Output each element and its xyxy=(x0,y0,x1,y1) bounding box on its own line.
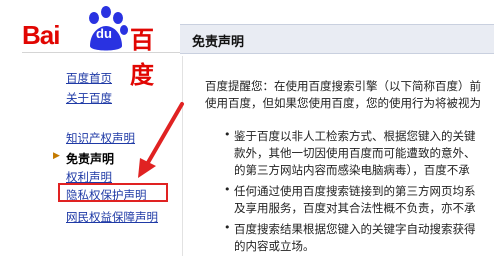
bullet-dot: • xyxy=(224,183,231,196)
page-title: 免责声明 xyxy=(192,35,245,50)
intro-line-2: 使用百度，但如果您使用百度，您的使用行为将被视为 xyxy=(205,96,481,110)
bullet-2-line-1: 任何通过使用百度搜索链接到的第三方网页均系 xyxy=(234,184,476,198)
bullet-dot: • xyxy=(224,128,231,141)
bullet-3-line-2: 的内容或立场。 xyxy=(234,239,315,253)
annotation-arrow-icon xyxy=(138,102,184,178)
divider xyxy=(22,52,180,53)
annotation-highlight-box xyxy=(58,183,168,202)
logo-text-du: du xyxy=(96,26,112,41)
bullet-2-line-2: 及享用服务，百度对其合法性概不负责，亦不承 xyxy=(234,201,476,215)
current-item-arrow-icon: ▶ xyxy=(53,151,60,161)
baidu-logo[interactable]: Bai du 百度 xyxy=(22,2,172,89)
bullet-1-line-2: 款外，其他一切因使用百度而可能遭致的意外、 xyxy=(234,146,476,160)
nav-item-disclaimer-current: 免责声明 xyxy=(66,152,115,166)
nav-link-user-rights[interactable]: 网民权益保障声明 xyxy=(66,209,158,225)
page-header: 免责声明 xyxy=(180,24,494,54)
bullet-1-line-1: 鉴于百度以非人工检索方式、根据您键入的关键 xyxy=(234,129,476,143)
bullet-3-line-1: 百度搜索结果根据您键入的关键字自动搜索获得 xyxy=(234,222,476,236)
intro-line-1: 百度提醒您：在使用百度搜索引擎（以下简称百度）前 xyxy=(205,79,481,93)
logo-text-bai: Bai xyxy=(22,20,60,50)
vertical-divider xyxy=(182,56,183,256)
nav-link-baidu-home[interactable]: 百度首页 xyxy=(66,70,112,86)
bullet-1-line-3: 的第三方网站内容而感染电脑病毒），百度不承 xyxy=(234,163,470,177)
nav-link-ip-statement[interactable]: 知识产权声明 xyxy=(66,130,135,146)
nav-link-about-baidu[interactable]: 关于百度 xyxy=(66,90,112,106)
logo-text-baidu-cn: 百度 xyxy=(130,26,154,89)
bullet-dot: • xyxy=(224,221,231,234)
